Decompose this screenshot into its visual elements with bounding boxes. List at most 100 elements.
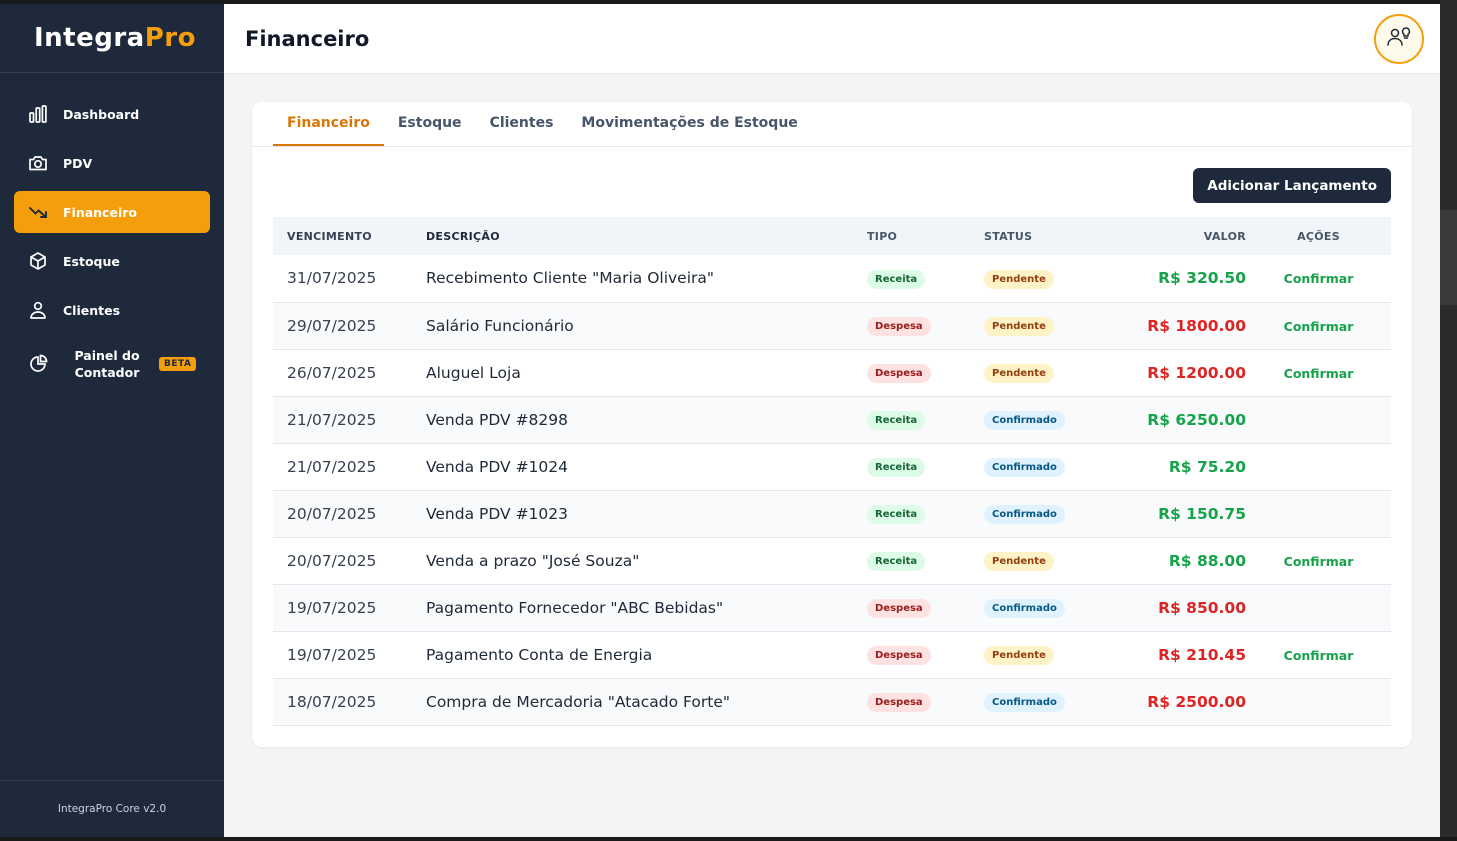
sidebar-item-pdv[interactable]: PDV (14, 142, 210, 184)
toolbar: Adicionar Lançamento (252, 147, 1412, 218)
column-header-vencimento[interactable]: VENCIMENTO (273, 217, 426, 255)
cell-tipo: Despesa (867, 302, 984, 349)
main-content: Financeiro Financeiro Estoque Clientes M… (224, 4, 1440, 837)
cell-status: Pendente (984, 537, 1104, 584)
table-row[interactable]: 19/07/2025 Pagamento Conta de Energia Desp… (273, 631, 1391, 678)
column-header-valor[interactable]: VALOR (1104, 217, 1246, 255)
tab-estoque[interactable]: Estoque (384, 101, 476, 146)
confirm-button[interactable]: Confirmar (1284, 648, 1354, 663)
table-row[interactable]: 20/07/2025 Venda a prazo "José Souza" Rece… (273, 537, 1391, 584)
sidebar-nav: Dashboard PDV Financeiro Estoque Cliente… (0, 73, 224, 397)
table-row[interactable]: 20/07/2025 Venda PDV #1023 Receita Confirma… (273, 490, 1391, 537)
cell-status: Pendente (984, 631, 1104, 678)
sidebar-item-estoque[interactable]: Estoque (14, 240, 210, 282)
cell-date: 19/07/2025 (287, 598, 377, 617)
table-row[interactable]: 29/07/2025 Salário Funcionário Despesa Pend… (273, 302, 1391, 349)
tab-movimentacoes-estoque[interactable]: Movimentações de Estoque (567, 101, 811, 146)
sidebar: Integra Pro Dashboard PDV Financeiro Est… (0, 4, 224, 837)
sidebar-item-dashboard[interactable]: Dashboard (14, 93, 210, 135)
cell-tipo: Despesa (867, 349, 984, 396)
status-badge: Confirmado (984, 505, 1065, 524)
avatar[interactable] (1374, 14, 1424, 64)
status-badge: Confirmado (984, 458, 1065, 477)
tipo-badge: Despesa (867, 599, 931, 618)
cell-tipo: Receita (867, 396, 984, 443)
tab-clientes[interactable]: Clientes (476, 101, 568, 146)
cell-description: Compra de Mercadoria "Atacado Forte" (426, 692, 730, 711)
cell-tipo: Despesa (867, 678, 984, 725)
app-window: Integra Pro Dashboard PDV Financeiro Est… (0, 4, 1440, 837)
sidebar-item-label: Dashboard (63, 106, 140, 122)
cell-description: Pagamento Conta de Energia (426, 645, 653, 664)
cell-tipo: Despesa (867, 584, 984, 631)
status-badge: Pendente (984, 364, 1054, 383)
brand-name-part2: Pro (144, 23, 196, 53)
table-row[interactable]: 21/07/2025 Venda PDV #8298 Receita Confirma… (273, 396, 1391, 443)
status-badge: Confirmado (984, 411, 1065, 430)
column-header-status[interactable]: STATUS (984, 217, 1104, 255)
cell-date: 21/07/2025 (287, 457, 377, 476)
sidebar-item-label: Financeiro (63, 204, 137, 220)
cell-date: 20/07/2025 (287, 504, 377, 523)
cell-status: Pendente (984, 349, 1104, 396)
confirm-button[interactable]: Confirmar (1284, 319, 1354, 334)
tab-bar: Financeiro Estoque Clientes Movimentaçõe… (252, 102, 1412, 147)
window-right-edge (1440, 0, 1457, 841)
add-entry-button[interactable]: Adicionar Lançamento (1193, 168, 1391, 203)
table-row[interactable]: 21/07/2025 Venda PDV #1024 Receita Confirma… (273, 443, 1391, 490)
brand-logo[interactable]: Integra Pro (0, 4, 224, 73)
tipo-badge: Despesa (867, 317, 931, 336)
cell-description: Salário Funcionário (426, 316, 574, 335)
table-header-row: VENCIMENTO DESCRIÇÃO TIPO STATUS VALOR A… (273, 217, 1391, 255)
bar-chart-icon (28, 104, 48, 124)
confirm-button[interactable]: Confirmar (1284, 366, 1354, 381)
cell-date: 20/07/2025 (287, 551, 377, 570)
column-header-tipo[interactable]: TIPO (867, 217, 984, 255)
status-badge: Pendente (984, 269, 1054, 289)
table-row[interactable]: 18/07/2025 Compra de Mercadoria "Atacado … (273, 678, 1391, 725)
camera-icon (28, 153, 48, 173)
cell-valor: R$ 6250.00 (1147, 410, 1246, 429)
cell-acoes (1246, 584, 1391, 631)
tipo-badge: Receita (867, 552, 926, 571)
sidebar-item-label: Estoque (63, 253, 120, 269)
status-badge: Pendente (984, 317, 1054, 336)
cell-valor: R$ 2500.00 (1147, 692, 1246, 711)
table-row[interactable]: 31/07/2025 Recebimento Cliente "Maria Oli… (273, 255, 1391, 302)
confirm-button[interactable]: Confirmar (1284, 554, 1354, 569)
cell-valor: R$ 320.50 (1158, 269, 1246, 288)
window-bottom-edge (0, 837, 1457, 841)
cell-valor: R$ 210.45 (1158, 645, 1246, 664)
cell-valor: R$ 1800.00 (1147, 316, 1246, 335)
cell-tipo: Receita (867, 255, 984, 302)
beta-badge: BETA (159, 357, 197, 371)
status-badge: Confirmado (984, 599, 1065, 618)
cell-tipo: Despesa (867, 631, 984, 678)
box-icon (28, 251, 48, 271)
user-bulb-icon (1385, 23, 1413, 55)
confirm-button[interactable]: Confirmar (1284, 271, 1354, 286)
column-header-descricao[interactable]: DESCRIÇÃO (426, 217, 867, 255)
table-row[interactable]: 26/07/2025 Aluguel Loja Despesa Pendente R$ … (273, 349, 1391, 396)
brand-name-part1: Integra (34, 23, 145, 53)
cell-date: 18/07/2025 (287, 692, 377, 711)
cell-status: Confirmado (984, 678, 1104, 725)
cell-valor: R$ 1200.00 (1147, 363, 1246, 382)
user-icon (28, 300, 48, 320)
trend-down-icon (28, 202, 48, 222)
sidebar-item-financeiro[interactable]: Financeiro (14, 191, 210, 233)
sidebar-item-clientes[interactable]: Clientes (14, 289, 210, 331)
cell-status: Pendente (984, 255, 1104, 302)
table-row[interactable]: 19/07/2025 Pagamento Fornecedor "ABC Bebi… (273, 584, 1391, 631)
cell-status: Confirmado (984, 490, 1104, 537)
cell-valor: R$ 75.20 (1168, 457, 1246, 476)
sidebar-item-label: Clientes (63, 302, 121, 318)
cell-acoes (1246, 396, 1391, 443)
cell-tipo: Receita (867, 443, 984, 490)
cell-description: Venda PDV #1023 (426, 504, 568, 523)
tab-financeiro[interactable]: Financeiro (273, 101, 384, 146)
sidebar-item-painel-contador[interactable]: Painel do Contador BETA (14, 338, 210, 390)
page-header: Financeiro (224, 4, 1440, 74)
cell-valor: R$ 850.00 (1158, 598, 1246, 617)
cell-description: Recebimento Cliente "Maria Oliveira" (426, 269, 715, 288)
